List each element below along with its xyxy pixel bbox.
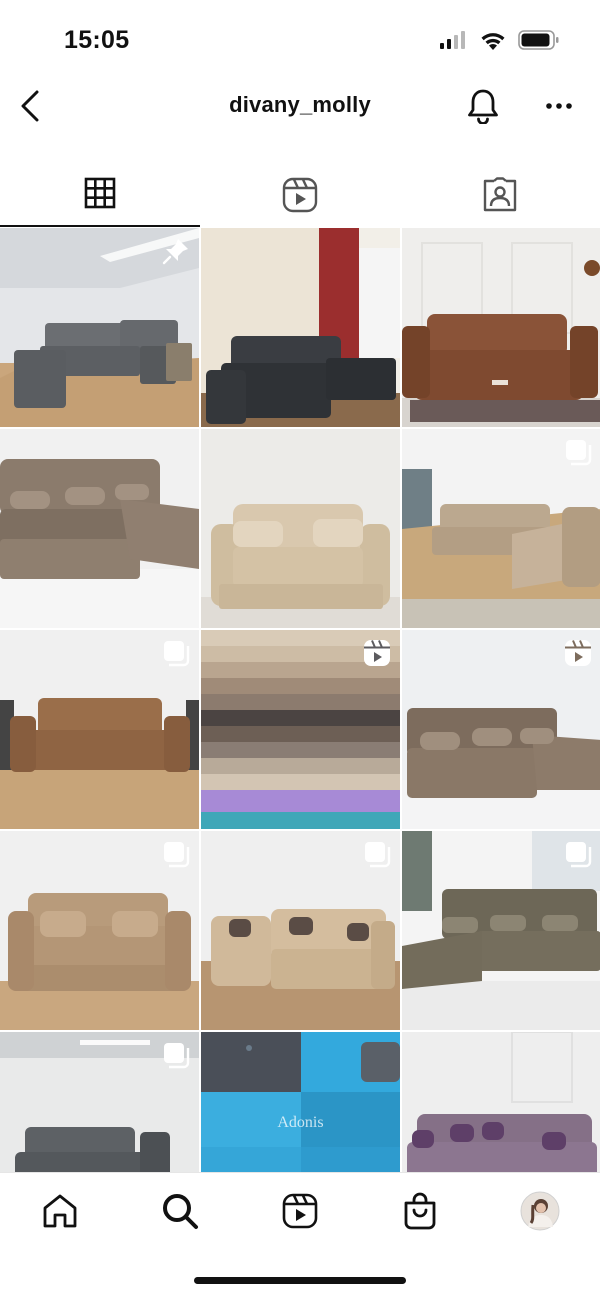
post-photo bbox=[402, 1032, 600, 1172]
reel-icon bbox=[565, 640, 591, 666]
nav-home[interactable] bbox=[38, 1189, 82, 1233]
post-thumbnail[interactable] bbox=[402, 1032, 600, 1172]
search-icon bbox=[163, 1194, 198, 1229]
pin-icon bbox=[162, 239, 188, 265]
grid-icon bbox=[84, 177, 116, 209]
carousel-icon bbox=[566, 440, 592, 466]
post-thumbnail[interactable] bbox=[201, 228, 400, 427]
post-photo bbox=[201, 228, 400, 427]
reel-icon bbox=[364, 640, 390, 666]
nav-search[interactable] bbox=[158, 1189, 202, 1233]
reels-icon bbox=[282, 1193, 318, 1229]
nav-profile[interactable] bbox=[518, 1189, 562, 1233]
post-thumbnail[interactable] bbox=[0, 831, 199, 1030]
nav-shop[interactable] bbox=[398, 1189, 442, 1233]
carousel-icon bbox=[164, 1043, 190, 1069]
post-photo bbox=[201, 1032, 400, 1172]
post-thumbnail[interactable] bbox=[402, 831, 600, 1030]
tab-reels[interactable] bbox=[200, 165, 400, 227]
shopping-bag-icon bbox=[404, 1192, 436, 1230]
profile-avatar bbox=[520, 1191, 560, 1231]
post-photo bbox=[201, 429, 400, 628]
post-photo bbox=[402, 228, 600, 427]
carousel-icon bbox=[164, 641, 190, 667]
post-thumbnail[interactable] bbox=[402, 630, 600, 829]
more-icon bbox=[546, 103, 572, 109]
notifications-button[interactable] bbox=[462, 84, 504, 128]
home-icon bbox=[43, 1194, 77, 1228]
carousel-icon bbox=[164, 842, 190, 868]
post-thumbnail[interactable] bbox=[201, 831, 400, 1030]
post-thumbnail[interactable] bbox=[0, 228, 199, 427]
post-thumbnail[interactable] bbox=[0, 429, 199, 628]
post-thumbnail[interactable] bbox=[0, 630, 199, 829]
post-thumbnail[interactable] bbox=[402, 228, 600, 427]
wifi-icon bbox=[481, 32, 505, 50]
profile-header: divany_molly bbox=[0, 78, 600, 136]
post-thumbnail[interactable] bbox=[201, 429, 400, 628]
posts-grid: Adonis bbox=[0, 228, 600, 1172]
post-photo bbox=[0, 429, 199, 628]
status-time: 15:05 bbox=[64, 26, 130, 54]
status-bar: 15:05 bbox=[0, 0, 600, 78]
post-watermark: Adonis bbox=[277, 1114, 324, 1131]
battery-icon bbox=[518, 30, 559, 50]
nav-reels[interactable] bbox=[278, 1189, 322, 1233]
profile-username: divany_molly bbox=[229, 92, 371, 117]
post-thumbnail[interactable] bbox=[402, 429, 600, 628]
tab-tagged[interactable] bbox=[400, 165, 600, 227]
tagged-icon bbox=[483, 177, 517, 212]
tab-grid[interactable] bbox=[0, 165, 200, 227]
bell-icon bbox=[468, 89, 498, 124]
cellular-signal-icon bbox=[440, 31, 465, 49]
home-indicator[interactable] bbox=[194, 1277, 406, 1284]
carousel-icon bbox=[566, 842, 592, 868]
carousel-icon bbox=[365, 842, 391, 868]
more-options-button[interactable] bbox=[538, 84, 580, 128]
profile-tabs bbox=[0, 165, 600, 227]
post-thumbnail[interactable] bbox=[0, 1032, 199, 1172]
reels-icon bbox=[282, 177, 318, 213]
post-thumbnail[interactable]: Adonis bbox=[201, 1032, 400, 1172]
status-icons bbox=[440, 28, 560, 52]
post-thumbnail[interactable] bbox=[201, 630, 400, 829]
